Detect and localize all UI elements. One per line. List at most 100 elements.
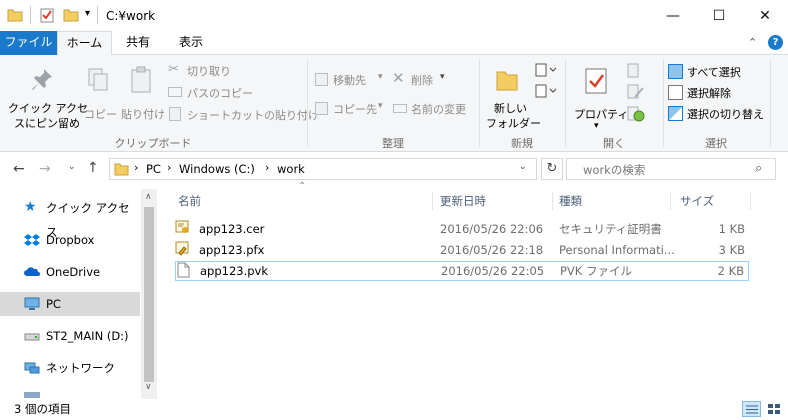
minimize-button[interactable]: —	[650, 0, 696, 31]
address-bar[interactable]: › PC › Windows (C:) › work ⌄	[109, 158, 537, 180]
group-separator	[565, 59, 566, 147]
customize-quick-access-icon[interactable]: ▾	[85, 8, 90, 19]
history-icon[interactable]	[626, 105, 646, 123]
select-none-button[interactable]: 選択解除	[668, 84, 768, 102]
back-icon[interactable]: ←	[13, 161, 25, 177]
group-separator	[307, 59, 308, 147]
move-to-button[interactable]: 移動先 ▾	[314, 71, 386, 89]
details-view-button[interactable]	[742, 401, 761, 417]
new-folder-button[interactable]: 新しい フォルダー	[482, 63, 541, 130]
nav-item-network[interactable]: ネットワーク	[0, 356, 140, 380]
file-type: Personal Informati...	[559, 243, 675, 257]
rename-icon	[393, 104, 407, 113]
maximize-button[interactable]: ☐	[696, 0, 742, 31]
column-divider[interactable]	[432, 192, 433, 210]
column-divider[interactable]	[552, 192, 553, 210]
pin-icon	[32, 69, 52, 90]
nav-item-drive-d[interactable]: ST2_MAIN (D:)	[0, 324, 140, 348]
column-header-size[interactable]: サイズ	[680, 190, 714, 212]
column-header-name[interactable]: 名前	[178, 190, 201, 212]
tab-view[interactable]: 表示	[164, 31, 218, 55]
large-icons-view-button[interactable]	[765, 401, 784, 417]
invert-selection-icon	[668, 106, 683, 121]
breadcrumb-separator[interactable]: ›	[134, 161, 138, 174]
tab-share[interactable]: 共有	[112, 31, 164, 55]
nav-item-pc[interactable]: PC	[0, 292, 140, 316]
open-icon[interactable]	[626, 62, 646, 80]
file-row-focused[interactable]: app123.pvk 2016/05/26 22:05 PVK ファイル 2 K…	[175, 261, 749, 281]
folder-icon	[114, 163, 129, 176]
recent-locations-icon[interactable]: ⌄	[68, 162, 76, 172]
file-type: セキュリティ証明書	[559, 222, 662, 236]
nav-item-partial[interactable]	[0, 386, 140, 398]
column-header-type[interactable]: 種類	[559, 190, 582, 212]
breadcrumb-work[interactable]: work	[277, 162, 305, 176]
copy-button[interactable]: コピー	[81, 63, 117, 129]
column-divider[interactable]	[670, 192, 671, 210]
collapse-ribbon-icon[interactable]: ⌃	[748, 36, 757, 49]
up-icon[interactable]: ↑	[87, 160, 99, 176]
search-input[interactable]: workの検索 ⌕	[566, 158, 776, 180]
rename-button[interactable]: 名前の変更	[392, 100, 474, 118]
ribbon: クイック アクセ スにピン留め コピー 貼り付け ✂ 切り取り パスのコピー シ…	[0, 55, 788, 152]
status-bar: 3 個の項目	[0, 399, 788, 420]
tab-home[interactable]: ホーム	[57, 31, 112, 56]
invert-selection-label: 選択の切り替え	[687, 108, 764, 121]
refresh-button[interactable]: ↻	[541, 158, 563, 180]
scroll-down-icon[interactable]: ∨	[145, 382, 152, 392]
close-button[interactable]: ✕	[742, 0, 788, 31]
properties-button[interactable]: プロパティ ▾	[568, 63, 628, 131]
nav-item-onedrive[interactable]: OneDrive	[0, 260, 140, 284]
select-none-icon	[668, 85, 683, 100]
paste-button[interactable]: 貼り付け	[118, 63, 165, 129]
column-header-modified[interactable]: 更新日時	[440, 190, 486, 212]
nav-label: ST2_MAIN (D:)	[46, 329, 129, 343]
cut-button[interactable]: ✂ 切り取り	[168, 62, 258, 80]
copy-label: コピー	[84, 108, 117, 121]
breadcrumb-separator[interactable]: ›	[265, 161, 269, 174]
pfx-icon	[175, 241, 189, 256]
copy-path-button[interactable]: パスのコピー	[168, 84, 278, 102]
column-divider[interactable]	[750, 192, 751, 210]
select-none-label: 選択解除	[687, 87, 731, 100]
new-folder-label-2: フォルダー	[486, 117, 541, 130]
select-all-label: すべて選択	[687, 66, 741, 79]
select-all-button[interactable]: すべて選択	[668, 63, 768, 81]
file-name: app123.pvk	[200, 264, 269, 278]
clipboard-icon	[131, 66, 151, 93]
pin-label-2: スにピン留め	[14, 117, 80, 130]
properties-icon[interactable]	[39, 7, 55, 23]
scroll-up-icon[interactable]: ∧	[145, 192, 152, 202]
pin-quick-access-button[interactable]: クイック アクセ スにピン留め	[4, 63, 88, 130]
move-to-label: 移動先	[333, 74, 366, 87]
file-type: PVK ファイル	[560, 264, 632, 278]
breadcrumb-pc[interactable]: PC	[146, 162, 161, 176]
new-item-icon[interactable]	[534, 62, 558, 80]
file-modified: 2016/05/26 22:18	[440, 243, 544, 257]
edit-icon[interactable]	[626, 83, 646, 101]
certificate-icon	[175, 220, 189, 233]
nav-item-dropbox[interactable]: Dropbox	[0, 228, 140, 252]
title-bar: ▾ C:¥work — ☐ ✕	[0, 0, 788, 31]
invert-selection-button[interactable]: 選択の切り替え	[668, 105, 778, 123]
network-icon	[24, 362, 40, 374]
forward-icon[interactable]: →	[39, 161, 51, 177]
scroll-thumb[interactable]	[144, 207, 154, 382]
group-separator	[479, 59, 480, 147]
copy-to-button[interactable]: コピー先 ▾	[314, 100, 386, 118]
paste-shortcut-button[interactable]: ショートカットの貼り付け	[168, 106, 319, 124]
address-dropdown-icon[interactable]: ⌄	[519, 162, 527, 172]
easy-access-icon[interactable]	[534, 83, 558, 101]
breadcrumb-separator[interactable]: ›	[167, 161, 171, 174]
file-row[interactable]: app123.cer 2016/05/26 22:06 セキュリティ証明書 1 …	[175, 219, 749, 239]
ribbon-tabs: ファイル ホーム 共有 表示 ⌃ ?	[0, 31, 788, 56]
search-icon[interactable]: ⌕	[755, 161, 762, 176]
new-folder-icon[interactable]	[63, 7, 79, 23]
breadcrumb-drive[interactable]: Windows (C:)	[179, 162, 255, 176]
delete-button[interactable]: ✕ 削除 ▾	[392, 69, 452, 89]
tab-file[interactable]: ファイル	[0, 31, 57, 55]
nav-scrollbar[interactable]: ∧ ∨	[141, 189, 157, 399]
nav-item-quick-access[interactable]: ★ クイック アクセス	[0, 196, 140, 239]
help-icon[interactable]: ?	[768, 35, 783, 50]
file-row[interactable]: app123.pfx 2016/05/26 22:18 Personal Inf…	[175, 240, 749, 260]
